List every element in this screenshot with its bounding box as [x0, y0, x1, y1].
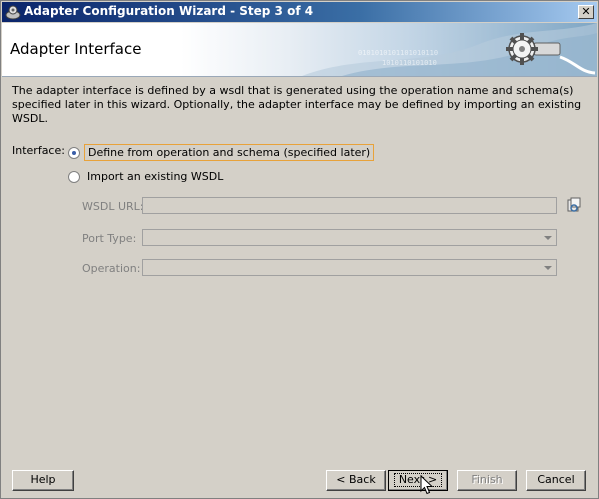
port-type-select[interactable]	[142, 229, 557, 246]
finish-button-label: Finish	[471, 473, 503, 486]
svg-text:0101010101101010110: 0101010101101010110	[358, 49, 438, 57]
radio-import-label: Import an existing WSDL	[87, 170, 224, 183]
header-banner: 0101010101101010110 1010110101010 Adapte…	[2, 23, 597, 77]
mouse-cursor-icon	[420, 475, 433, 495]
page-title: Adapter Interface	[10, 40, 142, 58]
adapter-wizard-icon	[5, 5, 21, 20]
wsdl-url-input[interactable]	[142, 197, 557, 214]
description-text: The adapter interface is defined by a ws…	[12, 84, 582, 125]
operation-label: Operation:	[82, 262, 141, 275]
help-button[interactable]: Help	[12, 470, 74, 491]
radio-button-checked[interactable]	[68, 146, 80, 159]
gear-plug-icon	[506, 33, 596, 75]
next-button-label: Next >	[393, 473, 443, 487]
title-bar[interactable]: Adapter Configuration Wizard - Step 3 of…	[2, 2, 597, 22]
back-button[interactable]: < Back	[326, 470, 386, 491]
svg-text:1010110101010: 1010110101010	[382, 59, 437, 67]
interface-label: Interface:	[12, 144, 65, 157]
wsdl-url-label: WSDL URL:	[82, 200, 144, 213]
radio-button-unchecked[interactable]	[68, 170, 80, 183]
back-button-label: < Back	[336, 473, 376, 486]
wizard-window: Adapter Configuration Wizard - Step 3 of…	[0, 0, 599, 499]
help-button-label: Help	[30, 473, 56, 486]
browse-wsdl-icon[interactable]	[566, 197, 582, 213]
chevron-down-icon[interactable]	[544, 236, 552, 240]
chevron-down-icon[interactable]	[544, 266, 552, 270]
operation-select[interactable]	[142, 259, 557, 276]
radio-define-from-operation[interactable]: Define from operation and schema (specif…	[68, 144, 375, 161]
next-button[interactable]: Next >	[388, 470, 448, 491]
close-button[interactable]: ✕	[578, 5, 594, 19]
radio-define-label: Define from operation and schema (specif…	[84, 144, 375, 161]
window-title: Adapter Configuration Wizard - Step 3 of…	[24, 4, 314, 18]
finish-button[interactable]: Finish	[457, 470, 517, 491]
cancel-button-label: Cancel	[537, 473, 575, 486]
port-type-label: Port Type:	[82, 232, 137, 245]
radio-import-wsdl[interactable]: Import an existing WSDL	[68, 169, 226, 184]
cancel-button[interactable]: Cancel	[526, 470, 586, 491]
